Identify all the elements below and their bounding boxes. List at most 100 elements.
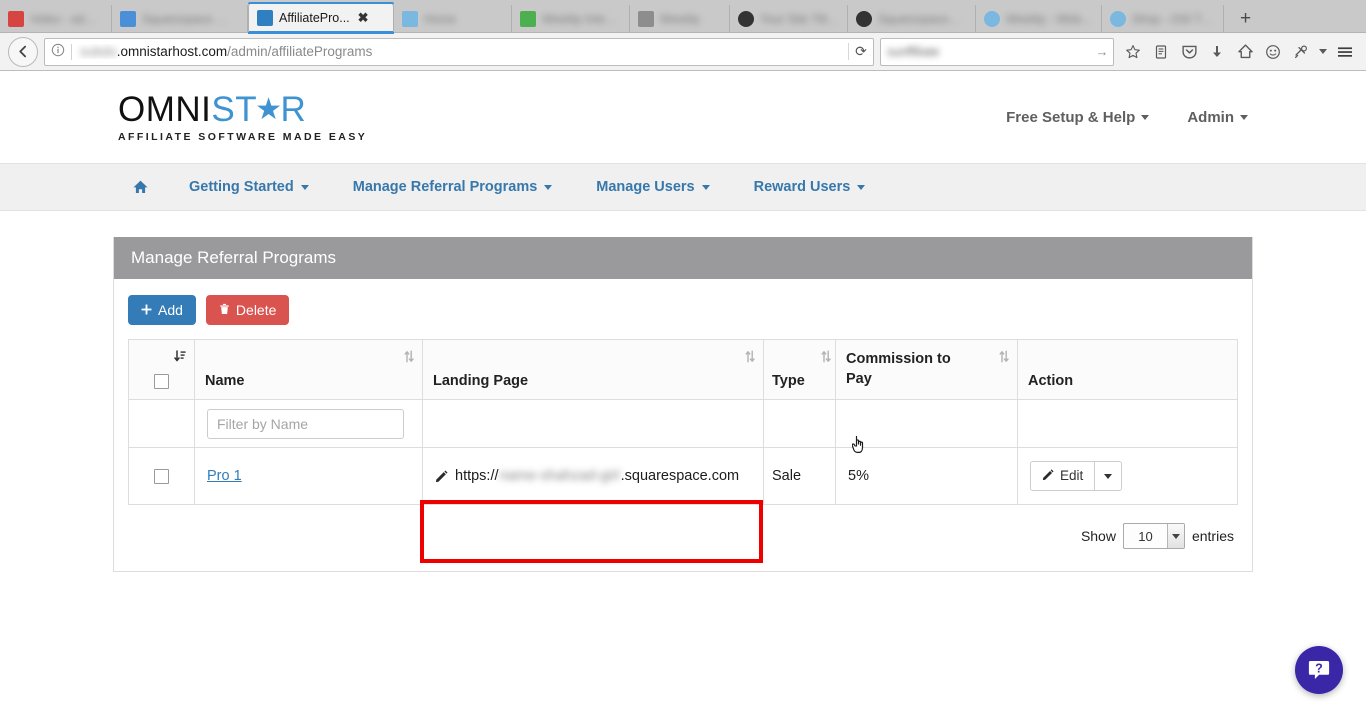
edit-button-group: Edit (1030, 460, 1123, 492)
landing-url-blurred: name-shahzad-girl (499, 468, 620, 484)
search-bar[interactable]: sunffiliate → (880, 37, 1114, 66)
downloads-icon[interactable] (1204, 39, 1230, 65)
search-go-icon[interactable]: → (1091, 44, 1113, 59)
action-button-row: Add Delete (128, 295, 1238, 325)
show-label: Show (1080, 528, 1116, 544)
sort-icon[interactable] (999, 350, 1009, 363)
row-checkbox[interactable] (154, 468, 169, 484)
nav-item-label: Getting Started (189, 179, 294, 195)
browser-tab-active[interactable]: AffiliatePro... ✖ (248, 2, 394, 32)
select-all-checkbox[interactable] (154, 374, 169, 389)
header-link-free-setup-help[interactable]: Free Setup & Help (1006, 109, 1150, 126)
logo-r-text: R (280, 89, 307, 129)
nav-item-label: Manage Referral Programs (352, 179, 538, 195)
nav-item-manage-referral-programs[interactable]: Manage Referral Programs (331, 163, 575, 211)
browser-tab[interactable]: Weebly - Web... (976, 5, 1102, 32)
browser-tab[interactable]: Squarespace ... (112, 5, 248, 32)
help-chat-button[interactable]: ? (1295, 646, 1343, 694)
panel-body: Add Delete Name Landing Page Type Commis… (114, 279, 1252, 571)
menu-icon[interactable] (1332, 39, 1358, 65)
reload-icon[interactable]: ⟳ (848, 43, 873, 60)
browser-tab[interactable]: Weebly Integ... (512, 5, 630, 32)
reader-icon[interactable] (1148, 39, 1174, 65)
browser-chrome: Video - admi... Squarespace ... Affiliat… (0, 0, 1366, 71)
chevron-down-icon (544, 184, 553, 190)
header-link-admin[interactable]: Admin (1187, 109, 1248, 126)
tab-favicon (120, 10, 136, 27)
logo-st-text: ST (211, 89, 258, 129)
home-icon[interactable] (1232, 39, 1258, 65)
sort-icon[interactable] (404, 350, 414, 363)
program-name-link[interactable]: Pro 1 (207, 468, 242, 484)
browser-tab[interactable]: Your Site Title... (730, 5, 848, 32)
entries-select-caret-icon (1166, 524, 1184, 548)
sort-desc-icon[interactable] (174, 350, 186, 363)
table-header: Name Landing Page Type Commission to Pay… (128, 339, 1238, 400)
page-title: Manage Referral Programs (131, 248, 337, 267)
nav-item-label: Manage Users (596, 179, 695, 195)
chevron-down-icon (1240, 114, 1248, 120)
tab-favicon (402, 10, 418, 27)
nav-item-getting-started[interactable]: Getting Started (167, 163, 331, 211)
tab-label: Weebly (660, 11, 700, 26)
column-header-type[interactable]: Type (763, 339, 836, 400)
address-bar[interactable]: subdo .omnistarhost.com/admin/affiliatePr… (44, 37, 874, 66)
tab-favicon (257, 9, 273, 26)
landing-url-suffix: .squarespace.com (620, 468, 740, 484)
browser-tab[interactable]: Home (394, 5, 512, 32)
column-header-select[interactable] (128, 339, 195, 400)
browser-tab[interactable]: Weebly (630, 5, 730, 32)
browser-tab[interactable]: Video - admi... (0, 5, 112, 32)
pencil-edit-icon[interactable] (435, 469, 448, 483)
tab-label: Video - admi... (30, 11, 103, 26)
overflow-caret-icon[interactable] (1316, 39, 1330, 65)
header-links: Free Setup & Help Admin (1006, 109, 1248, 126)
tab-favicon (856, 10, 872, 27)
delete-button-label: Delete (235, 302, 277, 318)
plus-icon (141, 303, 152, 317)
tab-favicon (638, 10, 654, 27)
logo-tagline: AFFILIATE SOFTWARE MADE EASY (118, 130, 368, 143)
column-header-name[interactable]: Name (194, 339, 423, 400)
row-select-cell (128, 447, 195, 505)
chevron-down-icon (1141, 114, 1150, 120)
row-commission-cell: 5% (835, 447, 1018, 505)
chevron-down-icon (857, 184, 866, 190)
new-tab-button[interactable]: + (1230, 9, 1261, 28)
table-header-row: Name Landing Page Type Commission to Pay… (128, 339, 1238, 400)
edit-button[interactable]: Edit (1030, 460, 1096, 492)
nav-item-home[interactable] (122, 163, 167, 211)
address-text: subdo .omnistarhost.com/admin/affiliatePr… (72, 44, 848, 59)
bookmark-star-icon[interactable] (1120, 39, 1146, 65)
nav-item-reward-users[interactable]: Reward Users (732, 163, 888, 211)
browser-toolbar: subdo .omnistarhost.com/admin/affiliatePr… (0, 33, 1366, 71)
browser-tab[interactable]: Shop - OSI Test (1102, 5, 1224, 32)
filter-cell-commission (835, 399, 1018, 448)
column-header-label: Landing Page (433, 373, 529, 389)
content-wrapper: Manage Referral Programs Add Delete Name… (0, 211, 1366, 572)
filter-by-name-input[interactable] (207, 408, 404, 439)
entries-select[interactable]: 10 (1122, 523, 1185, 549)
delete-button[interactable]: Delete (205, 295, 290, 325)
site-info-icon[interactable] (45, 43, 71, 60)
edit-dropdown-toggle[interactable] (1095, 460, 1123, 492)
tab-label: Squarespace ... (142, 11, 227, 26)
logo-star-icon: ★ (255, 93, 283, 127)
add-button[interactable]: Add (128, 295, 196, 325)
column-header-landing-page[interactable]: Landing Page (422, 339, 764, 400)
svg-text:?: ? (1315, 662, 1323, 676)
tab-close-icon[interactable]: ✖ (358, 11, 369, 24)
back-button-icon[interactable] (8, 36, 38, 67)
column-header-commission[interactable]: Commission to Pay (835, 339, 1018, 400)
browser-tab[interactable]: Squarespace... (848, 5, 976, 32)
filter-cell-select (128, 399, 195, 448)
account-icon[interactable] (1260, 39, 1286, 65)
addons-icon[interactable] (1288, 39, 1314, 65)
sort-icon[interactable] (821, 350, 831, 363)
pocket-icon[interactable] (1176, 39, 1202, 65)
nav-item-manage-users[interactable]: Manage Users (574, 163, 731, 211)
chevron-down-icon (1104, 473, 1113, 479)
tab-label: Weebly Integ... (542, 11, 621, 26)
sort-icon[interactable] (745, 350, 755, 363)
omnistar-logo[interactable]: OMNI ST ★ R AFFILIATE SOFTWARE MADE EASY (118, 92, 367, 143)
